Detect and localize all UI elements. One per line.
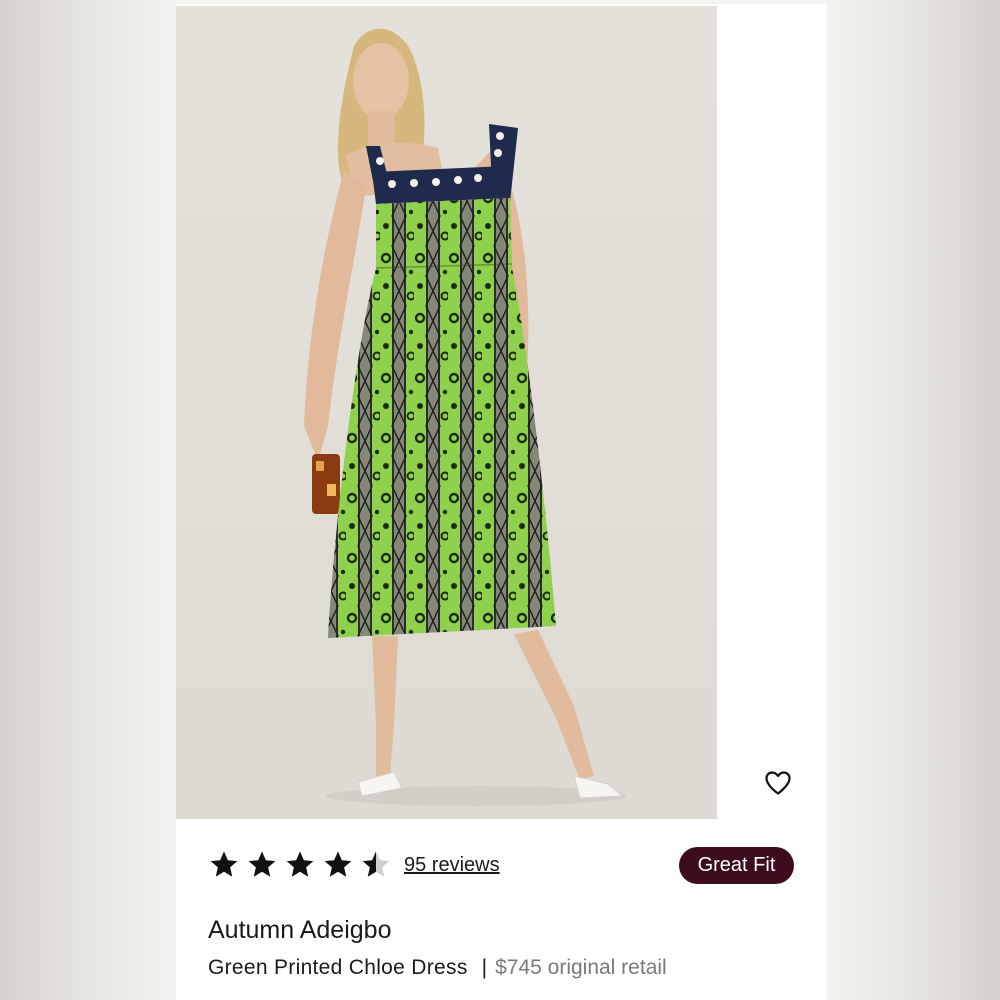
product-image[interactable] [176, 6, 717, 819]
product-card[interactable]: 95 reviews Great Fit Autumn Adeigbo Gree… [176, 4, 827, 1000]
product-line: Green Printed Chloe Dress | $745 original … [208, 956, 667, 980]
star-icon [248, 851, 276, 877]
fit-badge: Great Fit [679, 847, 794, 884]
star-icon [324, 851, 352, 877]
product-name: Green Printed Chloe Dress [208, 956, 468, 979]
price-separator: | [481, 956, 488, 979]
designer-name[interactable]: Autumn Adeigbo [208, 916, 391, 945]
favorite-heart-icon[interactable] [762, 767, 794, 799]
rating-stars [208, 847, 392, 883]
star-icon [210, 851, 238, 877]
star-half-icon [362, 851, 390, 877]
retail-price: $745 original retail [495, 956, 667, 979]
reviews-link[interactable]: 95 reviews [404, 854, 500, 877]
star-icon [286, 851, 314, 877]
